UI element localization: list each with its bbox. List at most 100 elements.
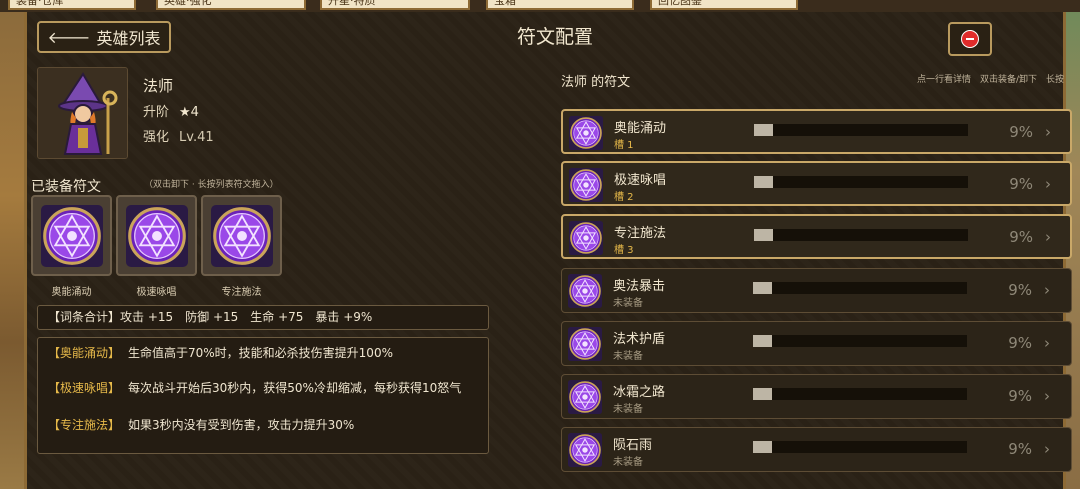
chevron-right-icon: › (1044, 387, 1050, 405)
rune-description-text: 每次战斗开始后30秒内，获得50%冷却缩减，每秒获得10怒气 (128, 381, 462, 395)
close-icon (961, 30, 979, 48)
rune-progress-percent: 9% (1009, 123, 1033, 141)
arcane-rune-icon (568, 380, 602, 414)
rune-progress-fill (754, 176, 774, 188)
rune-status: 未装备 (613, 351, 643, 362)
top-tab-2[interactable]: 升星·特质 (320, 0, 470, 10)
rune-progress-percent: 9% (1009, 228, 1033, 246)
rune-status: 未装备 (613, 457, 643, 468)
equipped-slot-1-label: 奥能涌动 (51, 287, 92, 298)
rune-progress-percent: 9% (1008, 334, 1032, 352)
rune-row[interactable]: 冰霜之路 未装备 9% › (561, 374, 1072, 419)
rune-name: 陨石雨 (613, 438, 653, 453)
rune-status: 未装备 (613, 298, 643, 309)
enhance-label: 强化 (143, 130, 170, 145)
equipped-slot-2-label: 极速咏唱 (136, 287, 177, 298)
rune-row[interactable]: 专注施法 槽 3 9% › (561, 214, 1072, 259)
rune-progress-bar (754, 124, 968, 136)
rune-row[interactable]: 陨石雨 未装备 9% › (561, 427, 1072, 472)
rune-description-text: 如果3秒内没有受到伤害，攻击力提升30% (128, 418, 355, 432)
arcane-rune-icon (568, 433, 602, 467)
rune-description-2: 【极速咏唱】 每次战斗开始后30秒内，获得50%冷却缩减，每秒获得10怒气 (48, 380, 480, 396)
rune-name: 法术护盾 (613, 332, 666, 347)
equipped-slot-2[interactable] (116, 195, 197, 276)
rune-description-tag: 【极速咏唱】 (48, 381, 121, 395)
rune-progress-percent: 9% (1008, 387, 1032, 405)
close-button[interactable] (948, 22, 992, 56)
rune-progress-fill (753, 282, 773, 294)
arcane-rune-icon (569, 221, 603, 255)
hero-enhance-level: 强化 Lv.41 (143, 126, 214, 145)
rank-label: 升阶 (143, 105, 170, 120)
top-tab-0[interactable]: 装备·仓库 (8, 0, 136, 10)
rune-description-3: 【专注施法】 如果3秒内没有受到伤害，攻击力提升30% (48, 417, 480, 433)
rune-row[interactable]: 奥法暴击 未装备 9% › (561, 268, 1072, 313)
rune-progress-bar (753, 335, 967, 347)
equipped-runes-title: 已装备符文 (31, 179, 101, 195)
arcane-rune-icon (41, 205, 103, 267)
chevron-right-icon: › (1045, 175, 1051, 193)
chevron-right-icon: › (1045, 123, 1051, 141)
rune-row[interactable]: 奥能涌动 槽 1 9% › (561, 109, 1072, 154)
chevron-right-icon: › (1044, 334, 1050, 352)
top-tab-3[interactable]: 宝箱 (486, 0, 634, 10)
rune-status: 槽 2 (614, 192, 634, 203)
rune-progress-percent: 9% (1008, 281, 1032, 299)
chevron-right-icon: › (1045, 228, 1051, 246)
chevron-right-icon: › (1044, 440, 1050, 458)
rune-status: 未装备 (613, 404, 643, 415)
rune-description-tag: 【奥能涌动】 (48, 346, 121, 360)
arcane-rune-icon (568, 327, 602, 361)
rank-value: ★4 (179, 105, 199, 120)
rune-row[interactable]: 法术护盾 未装备 9% › (561, 321, 1072, 366)
arcane-rune-icon (569, 168, 603, 202)
rune-status: 槽 3 (614, 245, 634, 256)
page-title: 符文配置 (516, 26, 593, 48)
rune-description-text: 生命值高于70%时，技能和必杀技伤害提升100% (128, 346, 393, 360)
equipped-slot-3[interactable] (201, 195, 282, 276)
hero-portrait (37, 67, 128, 159)
top-tab-1[interactable]: 英雄·强化 (156, 0, 306, 10)
arcane-rune-icon (211, 205, 273, 267)
rune-description-box: 【奥能涌动】 生命值高于70%时，技能和必杀技伤害提升100% 【极速咏唱】 每… (37, 337, 489, 454)
rune-name: 奥法暴击 (613, 279, 666, 294)
stat-summary: 【词条合计】攻击 +15 防御 +15 生命 +75 暴击 +9% (37, 305, 489, 330)
equipped-slot-3-label: 专注施法 (221, 287, 262, 298)
rune-name: 极速咏唱 (614, 173, 667, 188)
arcane-rune-icon (568, 274, 602, 308)
rune-progress-fill (753, 441, 773, 453)
hero-name: 法师 (143, 77, 174, 95)
rune-progress-percent: 9% (1008, 440, 1032, 458)
rune-list-title: 法师 的符文 (561, 75, 631, 90)
rune-list-hint: 点一行看详情 双击装备/卸下 长按 (917, 75, 1065, 85)
equipped-slot-1[interactable] (31, 195, 112, 276)
rune-progress-bar (753, 282, 967, 294)
rune-progress-fill (753, 335, 773, 347)
chevron-right-icon: › (1044, 281, 1050, 299)
mage-avatar-icon (38, 68, 127, 158)
rune-status: 槽 1 (614, 140, 634, 151)
rune-progress-bar (754, 229, 968, 241)
rune-description-tag: 【专注施法】 (48, 418, 121, 432)
arcane-rune-icon (126, 205, 188, 267)
arrow-left-icon: 🡐 (47, 28, 91, 47)
rune-progress-fill (754, 124, 774, 136)
rune-progress-fill (754, 229, 774, 241)
background-scene-left (0, 0, 24, 489)
rune-row[interactable]: 极速咏唱 槽 2 9% › (561, 161, 1072, 206)
level-value: Lv.41 (179, 130, 214, 145)
rune-progress-percent: 9% (1009, 175, 1033, 193)
rune-progress-fill (753, 388, 773, 400)
equipped-runes-hint: （双击卸下 · 长按列表符文拖入） (144, 180, 279, 190)
rune-progress-bar (753, 441, 967, 453)
hero-rank: 升阶 ★4 (143, 101, 199, 120)
back-button-label: 英雄列表 (96, 29, 161, 48)
rune-progress-bar (754, 176, 968, 188)
rune-name: 专注施法 (614, 226, 667, 241)
rune-name: 奥能涌动 (614, 121, 667, 136)
top-tab-4[interactable]: 回忆图鉴 (650, 0, 798, 10)
rune-description-1: 【奥能涌动】 生命值高于70%时，技能和必杀技伤害提升100% (48, 345, 480, 361)
rune-progress-bar (753, 388, 967, 400)
top-tab-strip: 装备·仓库 英雄·强化 升星·特质 宝箱 回忆图鉴 (0, 0, 1080, 12)
back-to-hero-list-button[interactable]: 🡐 英雄列表 (37, 21, 171, 53)
